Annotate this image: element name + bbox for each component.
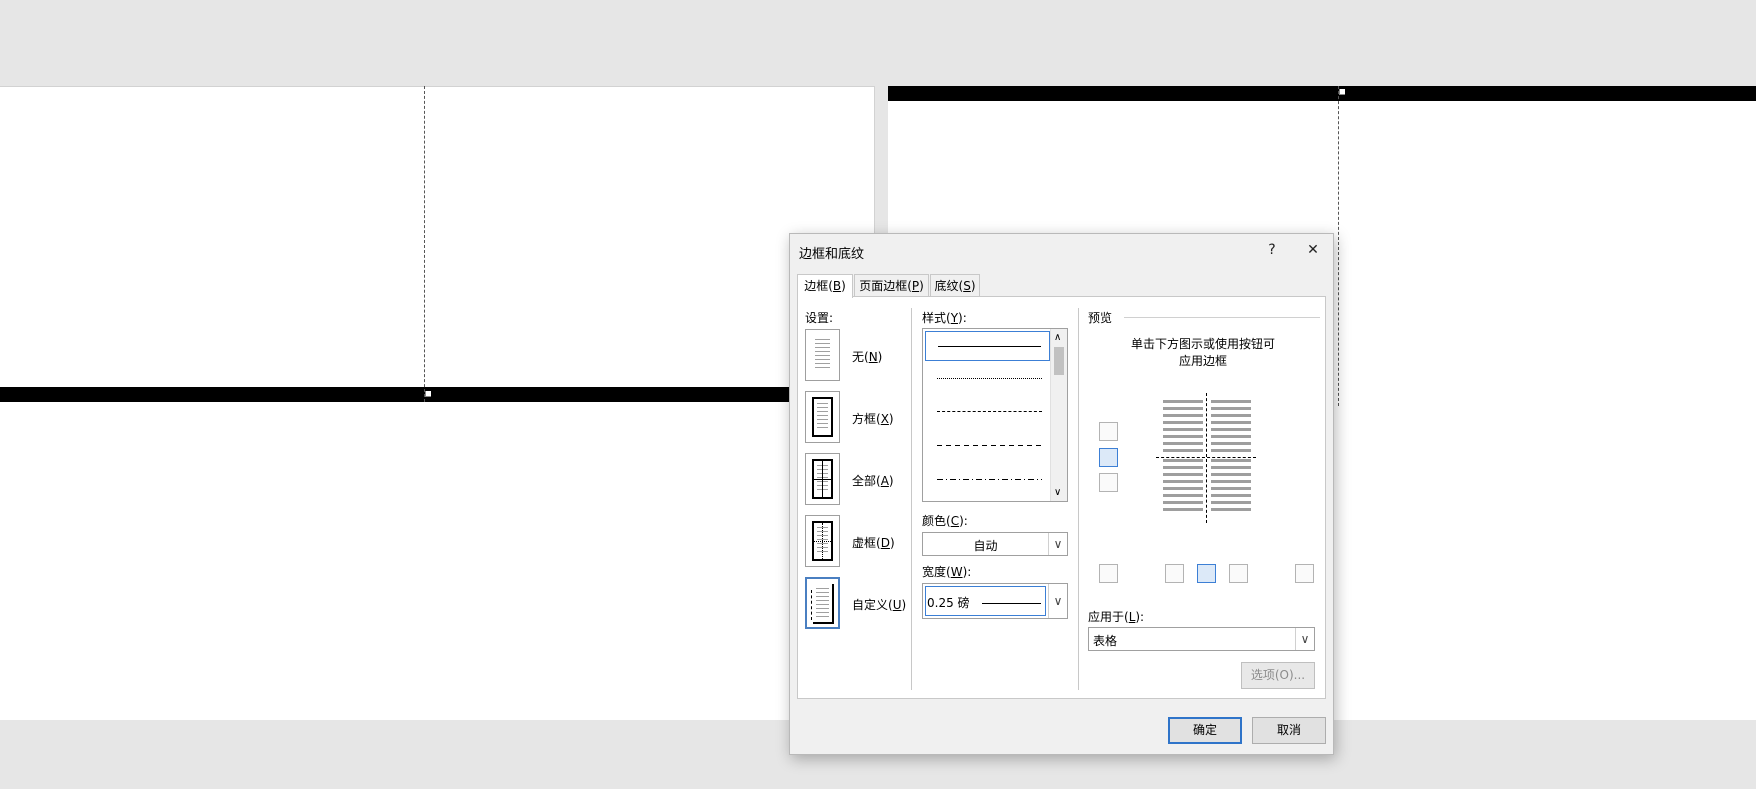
width-value: 0.25 磅 xyxy=(927,596,970,610)
help-button[interactable]: ? xyxy=(1258,238,1286,262)
cell-end-mark xyxy=(425,391,431,397)
scroll-thumb[interactable] xyxy=(1054,347,1064,375)
border-inside-horizontal-button[interactable] xyxy=(1099,448,1118,467)
apply-to-dropdown[interactable]: 表格 ∨ xyxy=(1088,627,1315,651)
border-top-button[interactable] xyxy=(1099,422,1118,441)
tab-page-border[interactable]: 页面边框(P) xyxy=(854,274,929,297)
style-column: 样式(Y): ∧ ∨ 颜色(C): 自动 ∨ 宽度(W): 0.25 磅 ∨ xyxy=(914,297,1078,697)
borders-tab-panel: 设置: 无(N) 方框(X) 全部(A) 虚框(D) 自定义(U) 样式(Y):… xyxy=(797,296,1326,699)
column-divider xyxy=(1078,308,1079,690)
style-scrollbar[interactable]: ∧ ∨ xyxy=(1050,329,1067,501)
preview-hint-line1: 单击下方图示或使用按钮可 xyxy=(1130,337,1275,351)
setting-none-icon[interactable] xyxy=(805,329,840,381)
ok-button[interactable]: 确定 xyxy=(1168,717,1242,744)
width-line-sample xyxy=(982,603,1041,604)
style-item-dash[interactable] xyxy=(925,430,1050,460)
scroll-up-icon[interactable]: ∧ xyxy=(1054,332,1061,343)
border-left-button[interactable] xyxy=(1165,564,1184,583)
dialog-title: 边框和底纹 xyxy=(799,247,865,262)
table-border-thick xyxy=(888,86,1756,101)
table-border-thick xyxy=(0,387,789,402)
border-right-button[interactable] xyxy=(1229,564,1248,583)
color-heading: 颜色(C): xyxy=(922,514,968,528)
settings-heading: 设置: xyxy=(805,311,834,325)
tab-shading[interactable]: 底纹(S) xyxy=(930,274,980,297)
chevron-down-icon[interactable]: ∨ xyxy=(1048,584,1067,618)
tab-borders[interactable]: 边框(B) xyxy=(797,274,853,298)
setting-grid-icon[interactable] xyxy=(805,515,840,567)
apply-to-heading: 应用于(L): xyxy=(1088,610,1145,624)
setting-custom-label[interactable]: 自定义(U) xyxy=(852,596,906,613)
width-heading: 宽度(W): xyxy=(922,565,972,579)
document-page-left[interactable] xyxy=(0,86,875,720)
setting-all-label[interactable]: 全部(A) xyxy=(852,472,894,489)
style-item-dense-dash[interactable] xyxy=(925,396,1050,426)
setting-all-icon[interactable] xyxy=(805,453,840,505)
preview-divider xyxy=(1124,317,1320,318)
width-dropdown[interactable]: 0.25 磅 ∨ xyxy=(922,583,1068,619)
table-gridline xyxy=(1338,86,1339,406)
cell-end-mark xyxy=(1339,89,1345,95)
close-icon[interactable]: ✕ xyxy=(1299,238,1327,262)
color-value: 自动 xyxy=(973,539,998,553)
setting-box-icon[interactable] xyxy=(805,391,840,443)
preview-hint-line2: 应用边框 xyxy=(1178,354,1227,368)
preview-heading: 预览 xyxy=(1088,311,1113,325)
setting-custom-icon[interactable] xyxy=(805,577,840,629)
table-gridline xyxy=(424,86,425,402)
options-button[interactable]: 选项(O)... xyxy=(1241,662,1315,689)
border-inside-vertical-button[interactable] xyxy=(1197,564,1216,583)
chevron-down-icon[interactable]: ∨ xyxy=(1295,628,1314,650)
width-selection: 0.25 磅 xyxy=(925,586,1046,616)
border-diagonal-down-button[interactable] xyxy=(1295,564,1314,583)
style-item-solid[interactable] xyxy=(925,331,1050,361)
column-divider xyxy=(911,308,912,690)
setting-none-label[interactable]: 无(N) xyxy=(852,348,882,365)
cancel-button[interactable]: 取消 xyxy=(1252,717,1326,744)
style-item-dotted[interactable] xyxy=(925,363,1050,393)
scroll-down-icon[interactable]: ∨ xyxy=(1054,487,1061,498)
borders-and-shading-dialog: 边框和底纹 ? ✕ 边框(B) 页面边框(P) 底纹(S) 设置: 无(N) 方… xyxy=(789,233,1334,755)
border-diagonal-up-button[interactable] xyxy=(1099,564,1118,583)
style-item-dash-dot[interactable] xyxy=(925,464,1050,494)
border-bottom-button[interactable] xyxy=(1099,473,1118,492)
preview-inside-vertical[interactable] xyxy=(1206,393,1207,523)
color-dropdown[interactable]: 自动 ∨ xyxy=(922,532,1068,556)
apply-to-value: 表格 xyxy=(1093,634,1118,648)
chevron-down-icon[interactable]: ∨ xyxy=(1048,533,1067,555)
style-list[interactable]: ∧ ∨ xyxy=(922,328,1068,502)
setting-grid-label[interactable]: 虚框(D) xyxy=(852,534,895,551)
setting-box-label[interactable]: 方框(X) xyxy=(852,410,894,427)
preview-diagram[interactable] xyxy=(1156,393,1256,523)
preview-inside-horizontal[interactable] xyxy=(1156,457,1256,458)
preview-column: 预览 单击下方图示或使用按钮可 应用边框 应用于(L): 表格 ∨ 选项(O).… xyxy=(1080,297,1326,697)
style-heading: 样式(Y): xyxy=(922,311,967,325)
